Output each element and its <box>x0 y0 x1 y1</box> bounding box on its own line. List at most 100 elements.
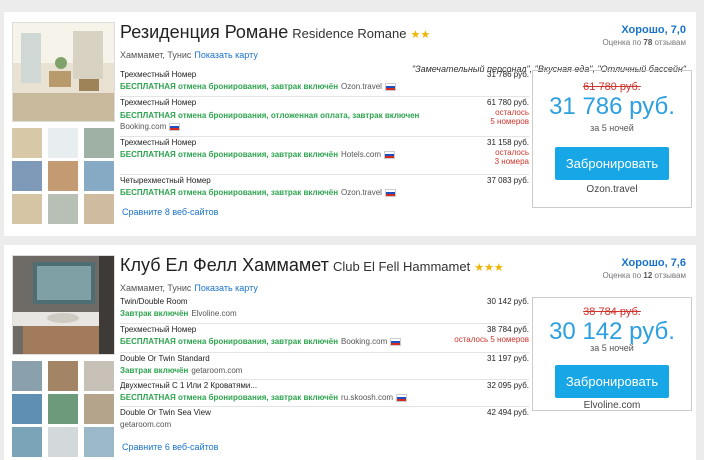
thumbnail[interactable] <box>48 394 78 424</box>
review-count: Оценка по 78 отзывам <box>602 38 686 47</box>
thumbnail[interactable] <box>12 194 42 224</box>
review-count: Оценка по 12 отзывам <box>602 271 686 280</box>
offer-site: getaroom.com <box>120 420 172 429</box>
best-price: 30 142 руб. <box>549 318 675 345</box>
offer-terms: БЕСПЛАТНАЯ отмена бронирования, завтрак … <box>120 393 339 402</box>
room-type: Четырехместный Номер <box>120 176 211 185</box>
best-price-box: 61 780 руб. 31 786 руб. за 5 ночей Забро… <box>532 70 692 208</box>
offer-row[interactable]: Двухместный С 1 Или 2 Кроватями... БЕСПЛ… <box>120 381 529 407</box>
thumbnail[interactable] <box>12 361 42 391</box>
thumbnail[interactable] <box>12 394 42 424</box>
old-price: 38 784 руб. <box>583 306 641 318</box>
offer-row[interactable]: Double Or Twin Sea View getaroom.com 42 … <box>120 408 529 434</box>
thumbnail[interactable] <box>84 361 114 391</box>
location-text: Хаммамет, Тунис <box>120 50 192 60</box>
best-price-site: Ozon.travel <box>586 184 638 195</box>
rating-block: Хорошо, 7,6 Оценка по 12 отзывам <box>602 257 686 280</box>
rating-block: Хорошо, 7,0 Оценка по 78 отзывам <box>602 24 686 47</box>
thumbnail[interactable] <box>12 128 42 158</box>
show-map-link[interactable]: Показать карту <box>194 50 257 60</box>
thumbnail[interactable] <box>12 161 42 191</box>
room-type: Double Or Twin Standard <box>120 354 210 363</box>
thumbnail[interactable] <box>84 161 114 191</box>
thumbnail[interactable] <box>48 194 78 224</box>
hotel-card: Резиденция Романе Residence Romane ★★ Хамм… <box>4 12 696 236</box>
thumbnail[interactable] <box>84 427 114 457</box>
hotel-name-ru[interactable]: Клуб Ел Фелл Хаммамет <box>120 255 329 275</box>
compare-sites-link[interactable]: Сравните 8 веб-сайтов <box>122 207 218 217</box>
hotel-name-en[interactable]: Club El Fell Hammamet <box>333 259 470 274</box>
hotel-card: Клуб Ел Фелл Хаммамет Club El Fell Hammam… <box>4 245 696 460</box>
offer-price: 32 095 руб. <box>487 381 529 390</box>
nights-count: за 5 ночей <box>590 123 634 133</box>
offer-terms: БЕСПЛАТНАЯ отмена бронирования, завтрак … <box>120 188 339 197</box>
thumbnail[interactable] <box>48 427 78 457</box>
thumbnail[interactable] <box>48 128 78 158</box>
room-type: Трехместный Номер <box>120 98 197 107</box>
thumbnail[interactable] <box>84 128 114 158</box>
rating-score[interactable]: Хорошо, 7,0 <box>602 24 686 36</box>
book-button[interactable]: Забронировать <box>555 365 669 398</box>
offer-price: 30 142 руб. <box>487 297 529 306</box>
best-price-box: 38 784 руб. 30 142 руб. за 5 ночей Забро… <box>532 297 692 411</box>
thumbnail[interactable] <box>48 161 78 191</box>
russia-flag-icon <box>390 337 402 346</box>
offer-site: Elvoline.com <box>191 309 237 318</box>
offer-terms: БЕСПЛАТНАЯ отмена бронирования, завтрак … <box>120 337 339 346</box>
book-button[interactable]: Забронировать <box>555 147 669 180</box>
room-type: Трехместный Номер <box>120 70 197 79</box>
offer-terms: БЕСПЛАТНАЯ отмена бронирования, завтрак … <box>120 150 339 159</box>
hotel-title[interactable]: Резиденция Романе Residence Romane ★★ <box>120 22 430 43</box>
hotel-main-photo[interactable] <box>12 255 115 355</box>
room-type: Twin/Double Room <box>120 297 188 306</box>
offer-price: 31 197 руб. <box>487 354 529 363</box>
hotel-location: Хаммамет, Тунис Показать карту <box>120 50 258 60</box>
offer-price: 42 494 руб. <box>487 408 529 417</box>
offer-site: Booking.com <box>341 337 388 346</box>
nights-count: за 5 ночей <box>590 343 634 353</box>
room-type: Double Or Twin Sea View <box>120 408 211 417</box>
offer-site: Hotels.com <box>341 150 382 159</box>
star-rating-icon: ★★ <box>410 29 431 41</box>
offer-row[interactable]: Трехместный Номер БЕСПЛАТНАЯ отмена брон… <box>120 70 529 97</box>
russia-flag-icon <box>384 188 396 197</box>
hotel-name-ru[interactable]: Резиденция Романе <box>120 22 288 42</box>
offer-row[interactable]: Double Or Twin Standard Завтрак включён g… <box>120 354 529 380</box>
offer-row[interactable]: Трехместный Номер БЕСПЛАТНАЯ отмена брон… <box>120 325 529 353</box>
old-price: 61 780 руб. <box>583 81 641 93</box>
thumbnail[interactable] <box>12 427 42 457</box>
room-type: Трехместный Номер <box>120 325 197 334</box>
offer-terms: Завтрак включён <box>120 366 189 375</box>
offer-row[interactable]: Twin/Double Room Завтрак включён Elvoline… <box>120 297 529 324</box>
location-text: Хаммамет, Тунис <box>120 283 192 293</box>
thumbnail[interactable] <box>84 394 114 424</box>
star-rating-icon: ★★★ <box>474 262 504 274</box>
offer-site: getaroom.com <box>191 366 243 375</box>
thumbnail[interactable] <box>84 194 114 224</box>
offer-row[interactable]: Трехместный Номер БЕСПЛАТНАЯ отмена брон… <box>120 138 529 175</box>
hotel-title[interactable]: Клуб Ел Фелл Хаммамет Club El Fell Hammam… <box>120 255 504 276</box>
offer-site: ru.skoosh.com <box>341 393 394 402</box>
offer-price: 31 158 руб. <box>487 138 529 147</box>
russia-flag-icon <box>169 122 181 131</box>
offer-price: 37 083 руб. <box>487 176 529 185</box>
hotel-name-en[interactable]: Residence Romane <box>292 26 406 41</box>
offer-site: Ozon.travel <box>341 188 382 197</box>
hotel-main-photo[interactable] <box>12 22 115 122</box>
offer-terms: БЕСПЛАТНАЯ отмена бронирования, отложенн… <box>120 111 420 120</box>
rooms-left: осталось 5 номеров <box>490 108 529 126</box>
room-type: Двухместный С 1 Или 2 Кроватями... <box>120 381 258 390</box>
offer-row[interactable]: Четырехместный Номер БЕСПЛАТНАЯ отмена б… <box>120 176 529 202</box>
best-price-site: Elvoline.com <box>583 400 641 411</box>
thumbnail[interactable] <box>48 361 78 391</box>
offer-price: 61 780 руб. <box>487 98 529 107</box>
best-price: 31 786 руб. <box>549 93 675 120</box>
room-type: Трехместный Номер <box>120 138 197 147</box>
russia-flag-icon <box>384 82 396 91</box>
compare-sites-link[interactable]: Сравните 6 веб-сайтов <box>122 442 218 452</box>
offer-site: Booking.com <box>120 122 167 131</box>
rating-score[interactable]: Хорошо, 7,6 <box>602 257 686 269</box>
offer-row[interactable]: Трехместный Номер БЕСПЛАТНАЯ отмена брон… <box>120 98 529 137</box>
russia-flag-icon <box>396 393 408 402</box>
show-map-link[interactable]: Показать карту <box>194 283 257 293</box>
